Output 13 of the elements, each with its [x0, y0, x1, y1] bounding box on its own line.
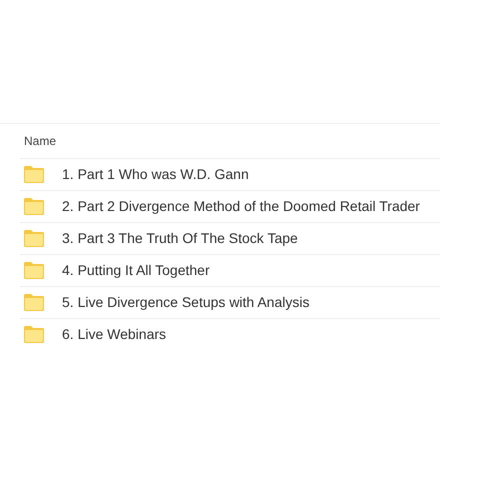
folder-name[interactable]: 5. Live Divergence Setups with Analysis	[62, 292, 310, 313]
column-header: Name	[24, 133, 56, 150]
folder-icon	[24, 198, 44, 215]
folder-name[interactable]: 3. Part 3 The Truth Of The Stock Tape	[62, 228, 298, 249]
folder-name[interactable]: 4. Putting It All Together	[62, 260, 210, 281]
folder-name[interactable]: 6. Live Webinars	[62, 324, 166, 345]
folder-name[interactable]: 2. Part 2 Divergence Method of the Doomed Retail Trader	[62, 196, 420, 217]
folder-icon	[24, 294, 44, 311]
folder-icon	[24, 230, 44, 247]
folder-name[interactable]: 1. Part 1 Who was W.D. Gann	[62, 164, 249, 185]
folder-icon	[24, 326, 44, 343]
folder-icon	[24, 262, 44, 279]
folder-icon	[24, 166, 44, 183]
